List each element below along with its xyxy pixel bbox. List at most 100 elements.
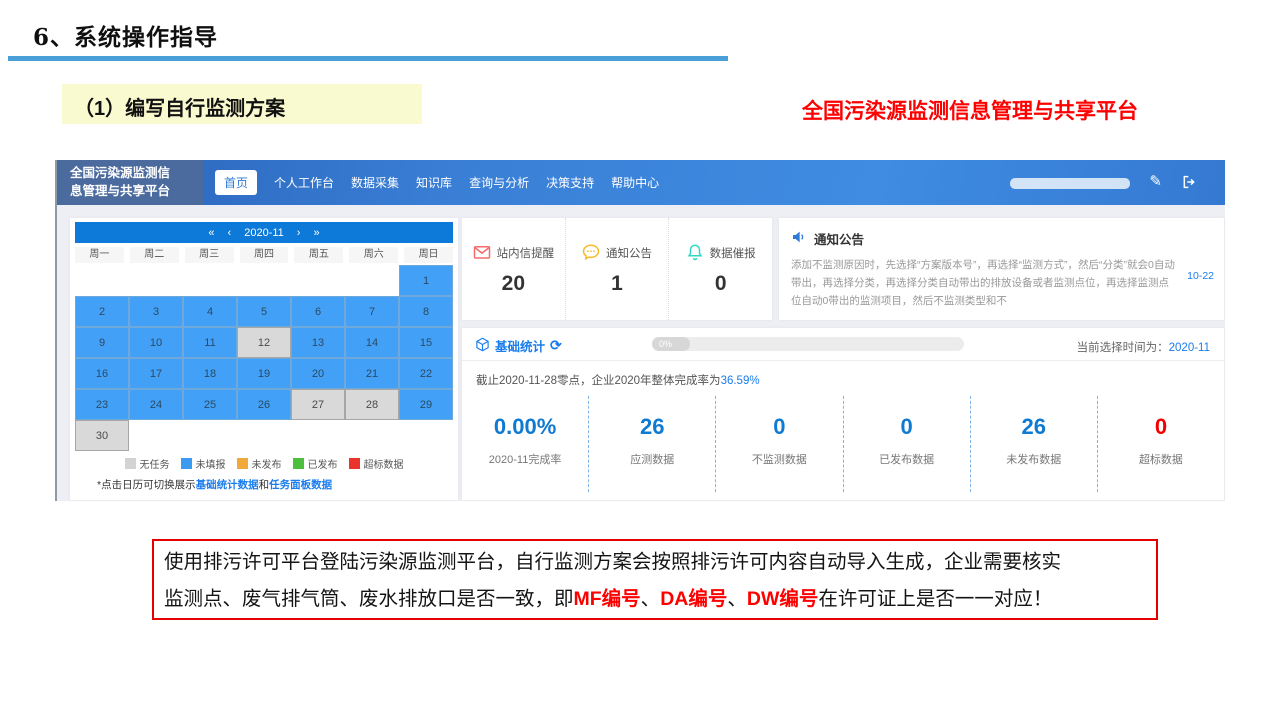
calendar-weekday-row: 周一周二周三周四周五周六周日 [75,247,453,263]
calendar-prev-button[interactable]: ‹ [228,227,232,239]
speaker-icon [791,229,807,248]
metric-label: 不监测数据 [716,451,842,467]
completion-summary: 截止2020-11-28零点，企业2020年整体完成率为36.59% [476,372,760,388]
calendar-legend: 无任务未填报未发布已发布超标数据 [70,456,458,471]
legend-item: 已发布 [293,456,338,471]
logout-icon[interactable] [1181,174,1197,195]
legend-swatch [237,458,248,469]
note-red-term: DW编号 [747,588,819,610]
time-selector-label: 当前选择时间为： [1077,342,1169,354]
calendar-day[interactable]: 29 [399,389,453,420]
app-screenshot: 全国污染源监测信 息管理与共享平台 首页个人工作台数据采集知识库查询与分析决策支… [55,160,1225,501]
divider [462,360,1224,361]
app-logo-line2: 息管理与共享平台 [70,183,170,201]
nav-item-2[interactable]: 数据采集 [351,174,399,191]
quick-stat-item[interactable]: 数据催报0 [668,218,772,320]
bell-icon [686,243,704,264]
calendar-day[interactable]: 6 [291,296,345,327]
metric-label: 未发布数据 [971,451,1097,467]
note-text: 、 [641,588,661,610]
time-selector-value[interactable]: 2020-11 [1169,342,1210,354]
metric-label: 已发布数据 [844,451,970,467]
platform-heading: 全国污染源监测信息管理与共享平台 [802,95,1222,125]
calendar-day[interactable]: 20 [291,358,345,389]
calendar-card: « ‹ 2020-11 › » 周一周二周三周四周五周六周日 123456789… [70,218,458,500]
calendar-day[interactable]: 3 [129,296,183,327]
note-red-term: DA编号 [660,588,727,610]
calendar-day[interactable]: 25 [183,389,237,420]
user-name-redacted[interactable] [1010,178,1130,189]
calendar-day[interactable]: 21 [345,358,399,389]
metric-value: 0 [716,414,842,440]
calendar-next-button[interactable]: › [297,227,301,239]
calendar-day[interactable]: 17 [129,358,183,389]
calendar-first-button[interactable]: « [208,227,214,239]
calendar-day[interactable]: 27 [291,389,345,420]
calendar-day[interactable]: 1 [399,265,453,296]
calendar-day[interactable]: 26 [237,389,291,420]
calendar-day[interactable]: 24 [129,389,183,420]
app-logo-line1: 全国污染源监测信 [70,165,170,183]
metric-label: 超标数据 [1098,451,1224,467]
footnote-link-task-panel[interactable]: 任务面板数据 [269,479,332,491]
nav-item-5[interactable]: 决策支持 [546,174,594,191]
calendar-day[interactable]: 14 [345,327,399,358]
title-underline [8,56,728,61]
nav-item-4[interactable]: 查询与分析 [469,174,529,191]
nav-item-3[interactable]: 知识库 [416,174,452,191]
calendar-last-button[interactable]: » [313,227,319,239]
calendar-day[interactable]: 15 [399,327,453,358]
legend-item: 未发布 [237,456,282,471]
calendar-day[interactable]: 12 [237,327,291,358]
legend-swatch [349,458,360,469]
calendar-day[interactable]: 19 [237,358,291,389]
nav-item-6[interactable]: 帮助中心 [611,174,659,191]
calendar-day[interactable]: 10 [129,327,183,358]
legend-swatch [125,458,136,469]
footnote-link-base-stats[interactable]: 基础统计数据 [196,479,259,491]
quick-stat-label: 通知公告 [606,245,652,261]
calendar-day[interactable]: 22 [399,358,453,389]
edit-icon[interactable]: ✎ [1149,172,1162,190]
calendar-day[interactable]: 2 [75,296,129,327]
calendar-day[interactable]: 23 [75,389,129,420]
calendar-day[interactable]: 7 [345,296,399,327]
calendar-day[interactable]: 11 [183,327,237,358]
progress-bar: 0% [652,337,964,351]
metric-label: 2020-11完成率 [462,451,588,467]
section-label: （1）编写自行监测方案 [62,84,422,121]
calendar-day[interactable]: 9 [75,327,129,358]
notice-date[interactable]: 10-22 [1187,270,1214,282]
main-nav: 首页个人工作台数据采集知识库查询与分析决策支持帮助中心 [215,160,659,205]
footnote-prefix: *点击日历可切换展示 [97,479,196,491]
quick-stat-item[interactable]: 通知公告1 [565,218,669,320]
quick-stat-value: 20 [502,272,525,296]
nav-item-1[interactable]: 个人工作台 [274,174,334,191]
calendar-day[interactable]: 16 [75,358,129,389]
calendar-day[interactable]: 18 [183,358,237,389]
calendar-day[interactable]: 28 [345,389,399,420]
note-text: 、 [727,588,747,610]
legend-item: 未填报 [181,456,226,471]
calendar-month-label: 2020-11 [244,227,284,239]
calendar-day[interactable]: 30 [75,420,129,451]
note-line1: 使用排污许可平台登陆污染源监测平台，自行监测方案会按照排污许可内容自动导入生成，… [164,544,1146,581]
legend-swatch [181,458,192,469]
calendar-day[interactable]: 4 [183,296,237,327]
weekday-label: 周六 [349,247,398,263]
notice-body[interactable]: 添加不监测原因时，先选择“方案版本号”，再选择“监测方式”，然后“分类”就会0自… [791,257,1176,311]
calendar-day[interactable]: 13 [291,327,345,358]
quick-stat-label: 站内信提醒 [497,245,555,261]
weekday-label: 周一 [75,247,124,263]
calendar-day[interactable]: 8 [399,296,453,327]
note-line2: 监测点、废气排气筒、废水排放口是否一致，即MF编号、DA编号、DW编号在许可证上… [164,581,1146,618]
refresh-icon[interactable]: ⟳ [550,337,562,354]
legend-swatch [293,458,304,469]
weekday-label: 周四 [240,247,289,263]
nav-item-0[interactable]: 首页 [215,170,257,195]
metric-value: 0 [1098,414,1224,440]
calendar-day[interactable]: 5 [237,296,291,327]
note-red-term: MF编号 [574,588,641,610]
quick-stat-item[interactable]: 站内信提醒 20 [462,218,565,320]
summary-prefix: 截止2020-11-28零点，企业2020年整体完成率为 [476,375,721,387]
